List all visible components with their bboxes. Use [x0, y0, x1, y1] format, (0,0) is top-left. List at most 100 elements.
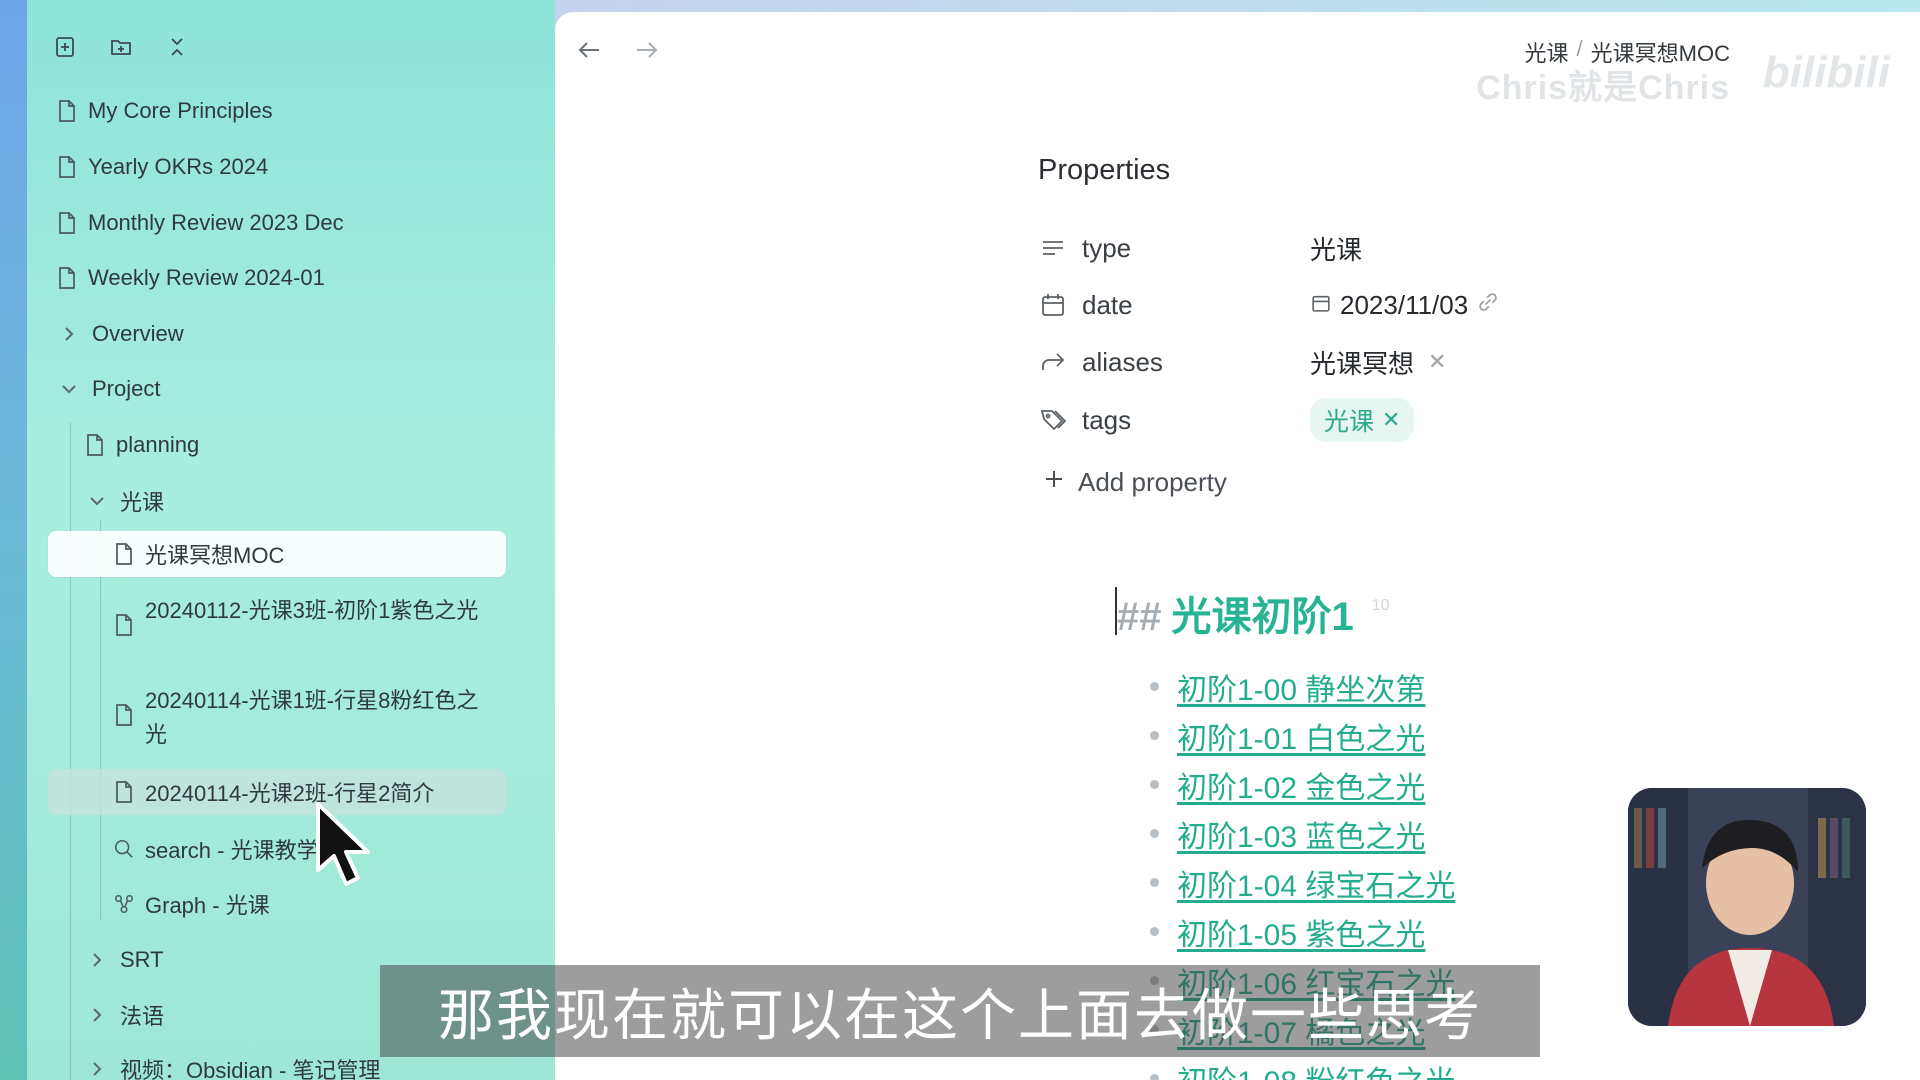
tree-guide-line [100, 520, 101, 920]
file-icon [113, 702, 135, 728]
property-tags[interactable]: tags 光课 ✕ [1038, 398, 1415, 442]
mouse-pointer-icon [314, 800, 374, 895]
file-label: Weekly Review 2024-01 [88, 265, 325, 290]
new-folder-icon[interactable] [108, 34, 134, 60]
list-item: 初阶1-00 静坐次第 [1150, 662, 1455, 711]
property-value[interactable]: 光课 ✕ [1310, 398, 1415, 442]
bullet [1150, 682, 1159, 691]
folder-label: Project [92, 376, 161, 401]
folder-item-overview[interactable]: Overview [60, 311, 184, 357]
new-note-icon[interactable] [52, 34, 78, 60]
graph-icon [113, 891, 135, 917]
heading-count: 10 [1371, 597, 1390, 614]
text-lines-icon [1038, 234, 1068, 262]
file-label: 20240112-光课3班-初阶1紫色之光 [145, 598, 479, 623]
property-value[interactable]: 2023/11/03 [1310, 290, 1500, 321]
tag-pill[interactable]: 光课 ✕ [1310, 398, 1415, 442]
property-value[interactable]: 光课 [1310, 230, 1362, 267]
internal-link[interactable]: 初阶1-02 金色之光 [1177, 763, 1425, 807]
bullet [1150, 878, 1159, 887]
folder-label: 光课 [120, 490, 165, 515]
file-label: Yearly OKRs 2024 [88, 154, 269, 179]
internal-link[interactable]: 初阶1-01 白色之光 [1177, 714, 1425, 758]
bullet [1150, 780, 1159, 789]
folder-item-guangke[interactable]: 光课 [88, 478, 164, 524]
search-item[interactable]: search - 光课教学 [113, 826, 319, 872]
file-icon [84, 432, 106, 458]
folder-item-video[interactable]: 视频：Obsidian - 笔记管理 [88, 1046, 380, 1080]
file-icon [56, 265, 78, 291]
folder-item-project[interactable]: Project [60, 366, 160, 412]
file-item[interactable]: My Core Principles [56, 88, 273, 134]
internal-link[interactable]: 初阶1-03 蓝色之光 [1177, 812, 1425, 856]
chevron-down-icon [88, 492, 106, 510]
list-item: 初阶1-05 紫色之光 [1150, 907, 1455, 956]
remove-tag-icon[interactable]: ✕ [1382, 407, 1400, 433]
list-item: 初阶1-03 蓝色之光 [1150, 809, 1455, 858]
file-item[interactable]: 20240112-光课3班-初阶1紫色之光 [113, 594, 493, 638]
file-icon [113, 541, 135, 567]
date-value[interactable]: 2023/11/03 [1340, 290, 1468, 321]
chevron-right-icon [88, 1060, 106, 1078]
graph-item[interactable]: Graph - 光课 [113, 881, 270, 927]
heading-text: 光课初阶1 [1171, 595, 1354, 639]
property-name: tags [1082, 404, 1132, 435]
property-value[interactable]: 光课冥想 ✕ [1310, 344, 1446, 381]
file-item[interactable]: Yearly OKRs 2024 [56, 144, 268, 190]
calendar-icon [1038, 291, 1068, 319]
remove-alias-icon[interactable]: ✕ [1428, 349, 1446, 375]
file-explorer-sidebar: My Core Principles Yearly OKRs 2024 Mont… [0, 0, 555, 1080]
folder-label: 法语 [120, 1004, 165, 1029]
folder-label: 视频：Obsidian - 笔记管理 [120, 1058, 381, 1080]
forward-arrow-icon[interactable] [633, 36, 661, 69]
file-icon [113, 779, 135, 805]
link-icon[interactable] [1476, 290, 1500, 321]
add-property-label: Add property [1078, 467, 1227, 497]
alias-value[interactable]: 光课冥想 [1310, 344, 1414, 381]
file-item[interactable]: Monthly Review 2023 Dec [56, 200, 344, 246]
list-item: 初阶1-01 白色之光 [1150, 711, 1455, 760]
internal-link[interactable]: 初阶1-05 紫色之光 [1177, 910, 1425, 954]
internal-link[interactable]: 初阶1-04 绿宝石之光 [1177, 861, 1455, 905]
tags-icon [1038, 406, 1068, 434]
file-icon [56, 210, 78, 236]
bilibili-logo: bilibili [1762, 48, 1890, 97]
file-item[interactable]: planning [84, 422, 199, 468]
tag-label: 光课 [1324, 408, 1375, 436]
tree-guide-line [70, 422, 71, 1080]
forward-arrow-icon [1038, 348, 1068, 376]
watermark-text: Chris就是Chris [1476, 69, 1730, 107]
search-label: search - 光课教学 [145, 838, 319, 863]
property-aliases[interactable]: aliases 光课冥想 ✕ [1038, 342, 1446, 382]
bullet [1150, 1074, 1159, 1080]
small-calendar-icon [1310, 290, 1332, 321]
file-item-active[interactable]: 光课冥想MOC [48, 531, 506, 577]
property-name: type [1082, 232, 1132, 263]
file-item[interactable]: 20240114-光课1班-行星8粉红色之光 [113, 684, 493, 752]
internal-link[interactable]: 初阶1-00 静坐次第 [1177, 665, 1425, 709]
folder-item-french[interactable]: 法语 [88, 992, 164, 1038]
property-name: aliases [1082, 346, 1163, 377]
nav-arrows [575, 36, 661, 69]
properties-title: Properties [1038, 154, 1171, 186]
add-property-button[interactable]: Add property [1042, 467, 1227, 498]
property-date[interactable]: date 2023/11/03 [1038, 285, 1500, 325]
collapse-all-icon[interactable] [164, 34, 190, 60]
ribbon-strip [0, 0, 27, 1080]
file-label: My Core Principles [88, 98, 273, 123]
bullet [1150, 731, 1159, 740]
internal-link[interactable]: 初阶1-08 粉红色之光 [1177, 1057, 1455, 1080]
file-item-hovered[interactable]: 20240114-光课2班-行星2简介 [48, 769, 506, 815]
search-icon [113, 836, 135, 862]
back-arrow-icon[interactable] [575, 36, 603, 69]
presenter-video [1628, 788, 1866, 1026]
chevron-down-icon [60, 380, 78, 398]
list-item: 初阶1-04 绿宝石之光 [1150, 858, 1455, 907]
content-heading[interactable]: ## 光课初阶1 10 [1117, 584, 1390, 642]
folder-item-srt[interactable]: SRT [88, 937, 164, 983]
chevron-right-icon [88, 1006, 106, 1024]
video-subtitle: 那我现在就可以在这个上面去做一些思考 [380, 965, 1540, 1057]
property-type[interactable]: type 光课 [1038, 228, 1362, 268]
file-item[interactable]: Weekly Review 2024-01 [56, 255, 325, 301]
file-label: 20240114-光课1班-行星8粉红色之光 [145, 688, 479, 747]
